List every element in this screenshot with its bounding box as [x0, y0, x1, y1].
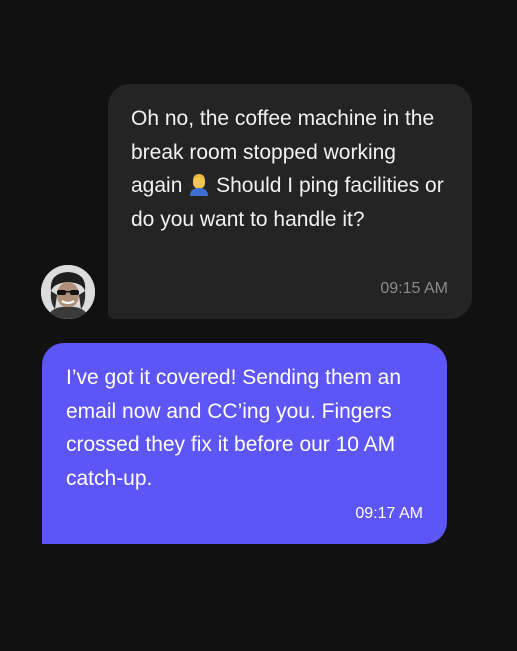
outgoing-message-timestamp: 09:17 AM	[355, 505, 423, 522]
outgoing-message-text: I’ve got it covered! Sending them an ema…	[66, 366, 402, 490]
outgoing-message-bubble[interactable]: I’ve got it covered! Sending them an ema…	[42, 343, 447, 544]
incoming-message-bubble[interactable]: Oh no, the coffee machine in the break r…	[108, 84, 472, 319]
incoming-message-text: Oh no, the coffee machine in the break r…	[131, 102, 448, 236]
incoming-message-timestamp: 09:15 AM	[380, 280, 448, 297]
user-avatar-icon[interactable]	[41, 265, 95, 319]
man-facepalming-emoji-icon	[188, 172, 210, 196]
